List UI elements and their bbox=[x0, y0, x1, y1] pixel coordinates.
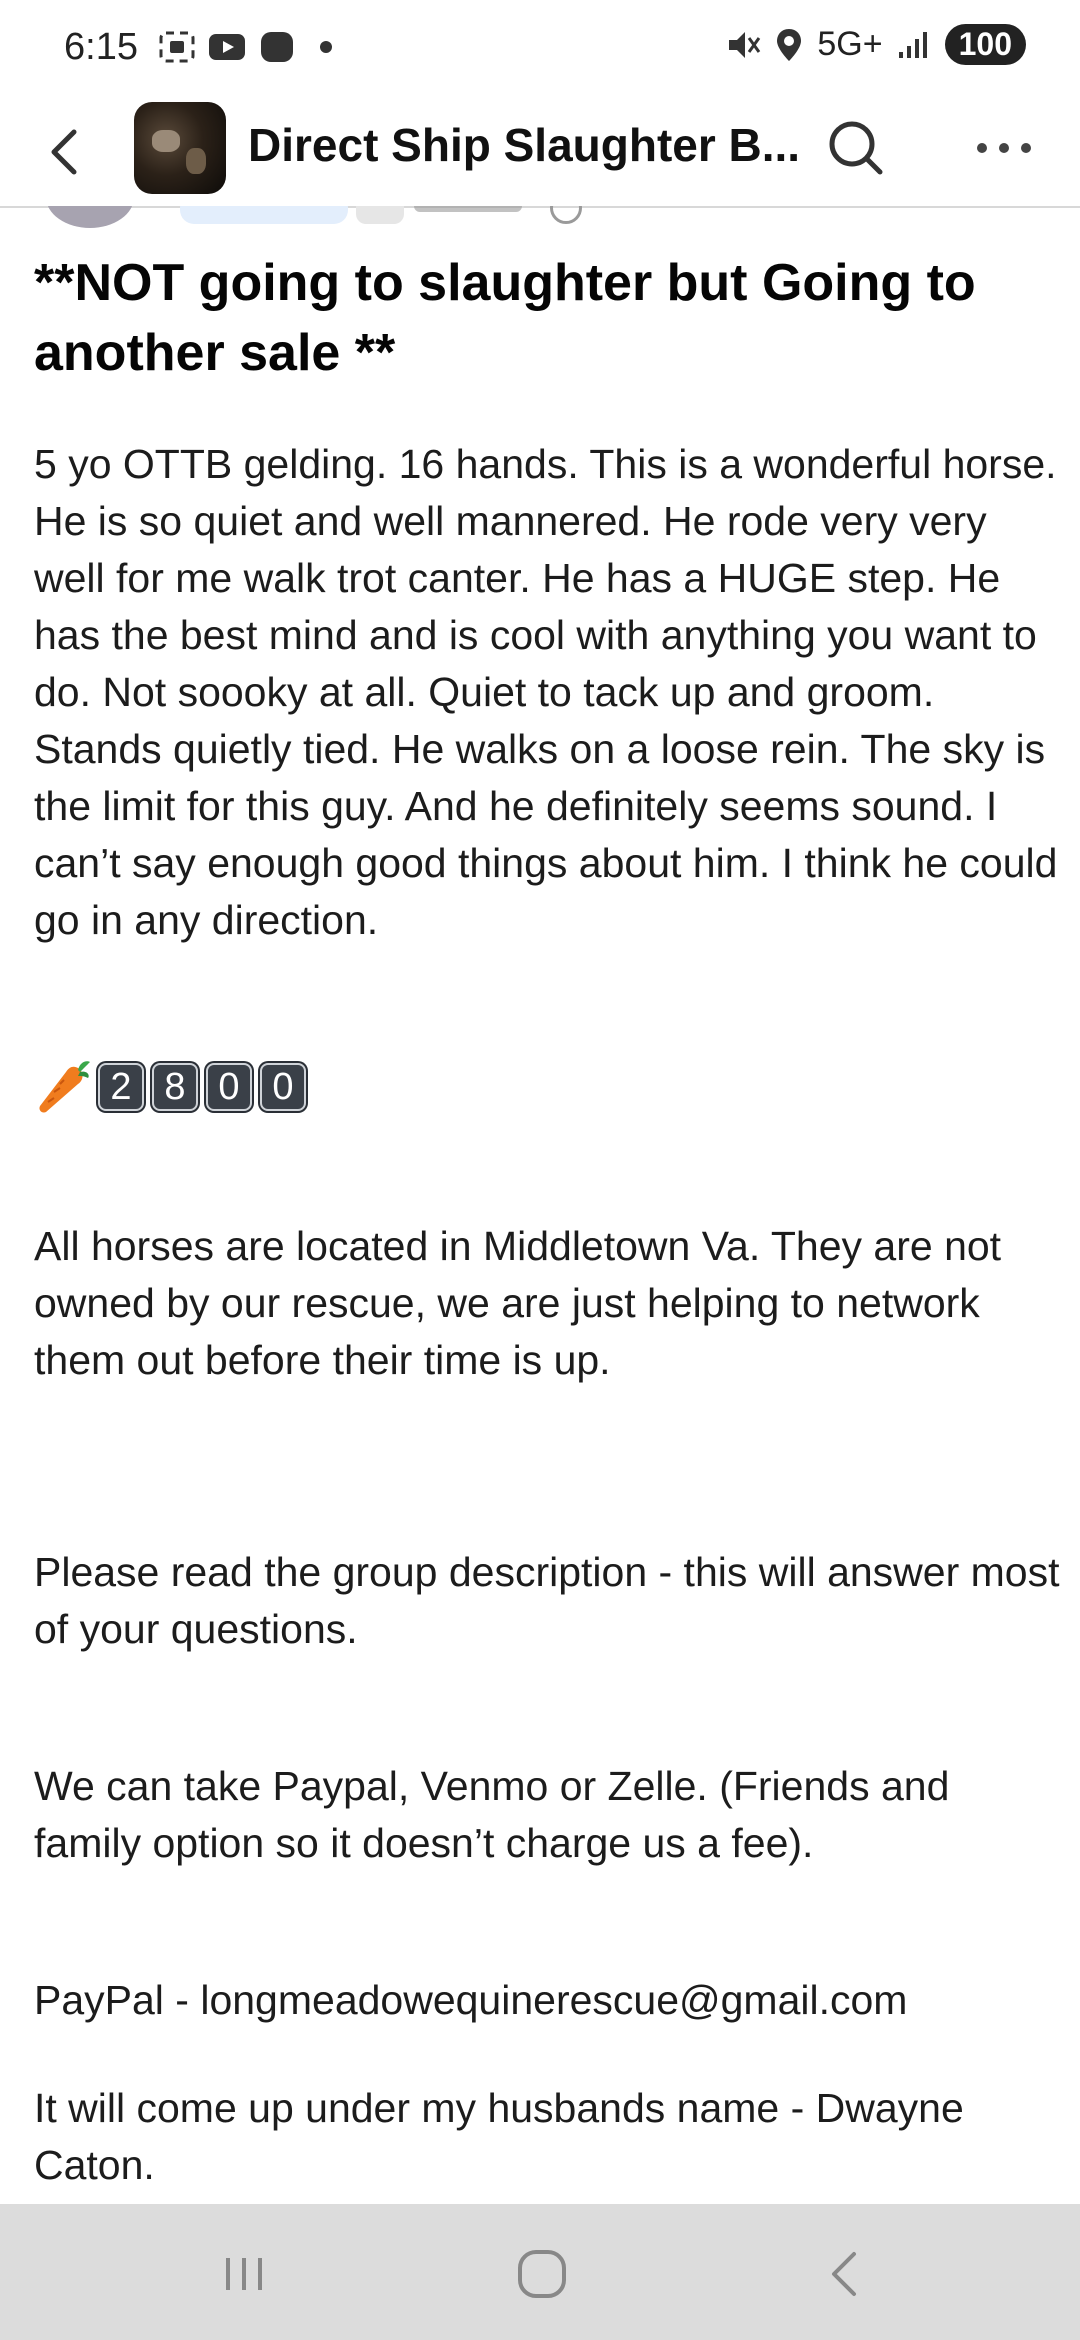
post-paragraph: 5 yo OTTB gelding. 16 hands. This is a w… bbox=[34, 441, 1058, 943]
badge-icon bbox=[356, 206, 404, 224]
price-digit: 8 bbox=[150, 1061, 200, 1113]
app-header: Direct Ship Slaughter B... bbox=[0, 100, 1080, 208]
network-type: 5G+ bbox=[817, 25, 883, 63]
nav-back-icon[interactable] bbox=[816, 2244, 876, 2304]
post-paragraph: We can take Paypal, Venmo or Zelle. (Fri… bbox=[34, 1763, 950, 1866]
system-nav-bar bbox=[0, 2204, 1080, 2340]
more-notifications-dot bbox=[320, 41, 332, 53]
search-icon[interactable] bbox=[826, 118, 886, 178]
admin-badge bbox=[180, 206, 348, 224]
paypal-email: PayPal - longmeadowequinerescue@gmail.co… bbox=[34, 1977, 908, 2023]
screenshot-icon bbox=[159, 31, 195, 63]
carrot-icon bbox=[39, 1061, 90, 1113]
post-paragraph: Please read the group description - this… bbox=[34, 1549, 1060, 1652]
price-digit: 2 bbox=[96, 1061, 146, 1113]
app-icon bbox=[261, 32, 293, 62]
more-icon[interactable] bbox=[976, 136, 1032, 160]
home-icon[interactable] bbox=[512, 2244, 572, 2304]
price-digit: 0 bbox=[258, 1061, 308, 1113]
group-avatar[interactable] bbox=[134, 102, 226, 194]
mute-icon bbox=[729, 31, 761, 58]
post-paragraph: All horses are located in Middletown Va.… bbox=[34, 1223, 1002, 1383]
recents-icon[interactable] bbox=[214, 2244, 274, 2304]
post-date bbox=[414, 206, 522, 212]
status-bar: 6:15 5G+ 100 bbox=[0, 0, 1080, 100]
status-system-icons: 5G+ 100 bbox=[725, 24, 1026, 65]
price-row: 2 8 0 0 bbox=[34, 1058, 308, 1116]
post-paragraph: It will come up under my husbands name -… bbox=[34, 2085, 964, 2188]
author-avatar[interactable] bbox=[46, 206, 134, 228]
youtube-icon bbox=[209, 34, 245, 60]
author-row-peek bbox=[0, 206, 1080, 228]
post-title-container: **NOT going to slaughter but Going to an… bbox=[34, 248, 1054, 388]
price-digit: 0 bbox=[204, 1061, 254, 1113]
audience-icon bbox=[550, 206, 582, 224]
status-notification-icons bbox=[158, 30, 332, 64]
back-icon[interactable] bbox=[36, 120, 96, 184]
group-title[interactable]: Direct Ship Slaughter B... bbox=[248, 118, 800, 172]
post-title: **NOT going to slaughter but Going to an… bbox=[34, 254, 976, 382]
battery-indicator: 100 bbox=[944, 24, 1026, 65]
status-time: 6:15 bbox=[64, 26, 138, 68]
signal-icon bbox=[898, 31, 927, 58]
location-icon bbox=[777, 28, 802, 61]
screen: 6:15 5G+ 100 Direct Ship Slaughter B... … bbox=[0, 0, 1080, 2340]
